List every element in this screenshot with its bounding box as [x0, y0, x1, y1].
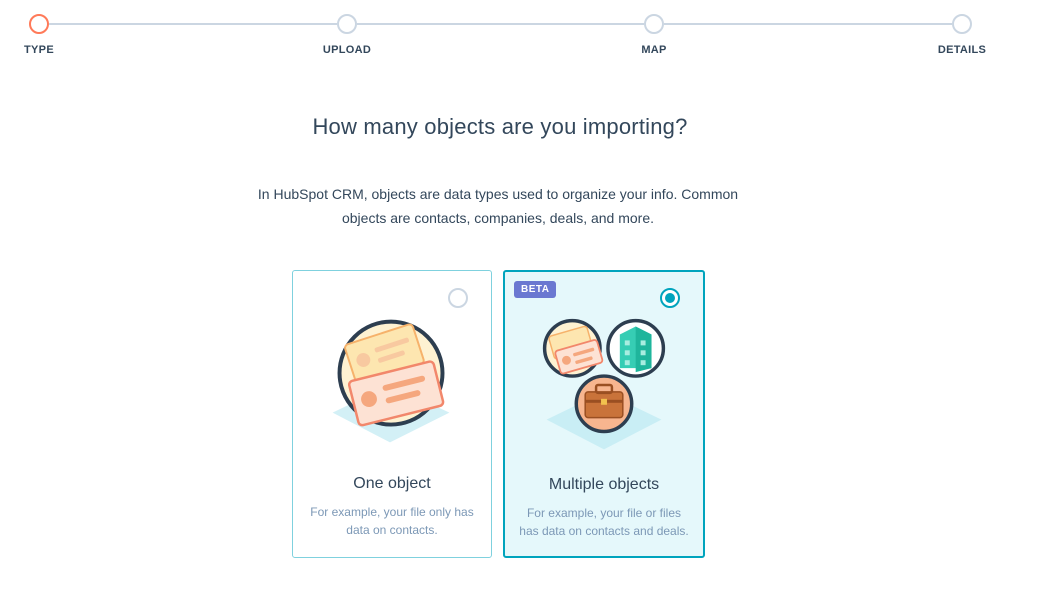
multiple-objects-option[interactable]: BETA Multiple objects For example, your … — [503, 270, 705, 558]
one-object-title: One object — [353, 475, 431, 492]
page-title: How many objects are you importing? — [312, 114, 688, 139]
step-details-label: DETAILS — [937, 44, 987, 56]
one-object-description: For example, your file only has data on … — [310, 505, 474, 537]
multiple-objects-illustration — [542, 318, 666, 450]
multiple-objects-description: For example, your file or files has data… — [519, 506, 689, 538]
contact-card-icon — [332, 319, 450, 443]
stepper-line — [49, 23, 337, 25]
step-type-indicator — [29, 14, 49, 34]
page-description: In HubSpot CRM, objects are data types u… — [257, 186, 739, 226]
step-details-indicator — [952, 14, 972, 34]
stepper-line — [664, 23, 952, 25]
beta-badge: BETA — [514, 281, 557, 298]
contact-card-icon — [542, 318, 604, 378]
one-object-option[interactable]: One object For example, your file only h… — [292, 270, 492, 558]
step-map-label: MAP — [641, 44, 667, 56]
deal-briefcase-icon — [574, 374, 634, 434]
stepper-line — [357, 23, 644, 25]
step-upload-label: UPLOAD — [322, 44, 372, 56]
step-type-label: TYPE — [24, 44, 54, 56]
multiple-objects-title: Multiple objects — [548, 476, 660, 493]
step-map-indicator — [644, 14, 664, 34]
company-building-icon — [606, 318, 666, 378]
step-upload-indicator — [337, 14, 357, 34]
import-stepper: TYPE UPLOAD MAP DETAILS — [0, 0, 1044, 70]
